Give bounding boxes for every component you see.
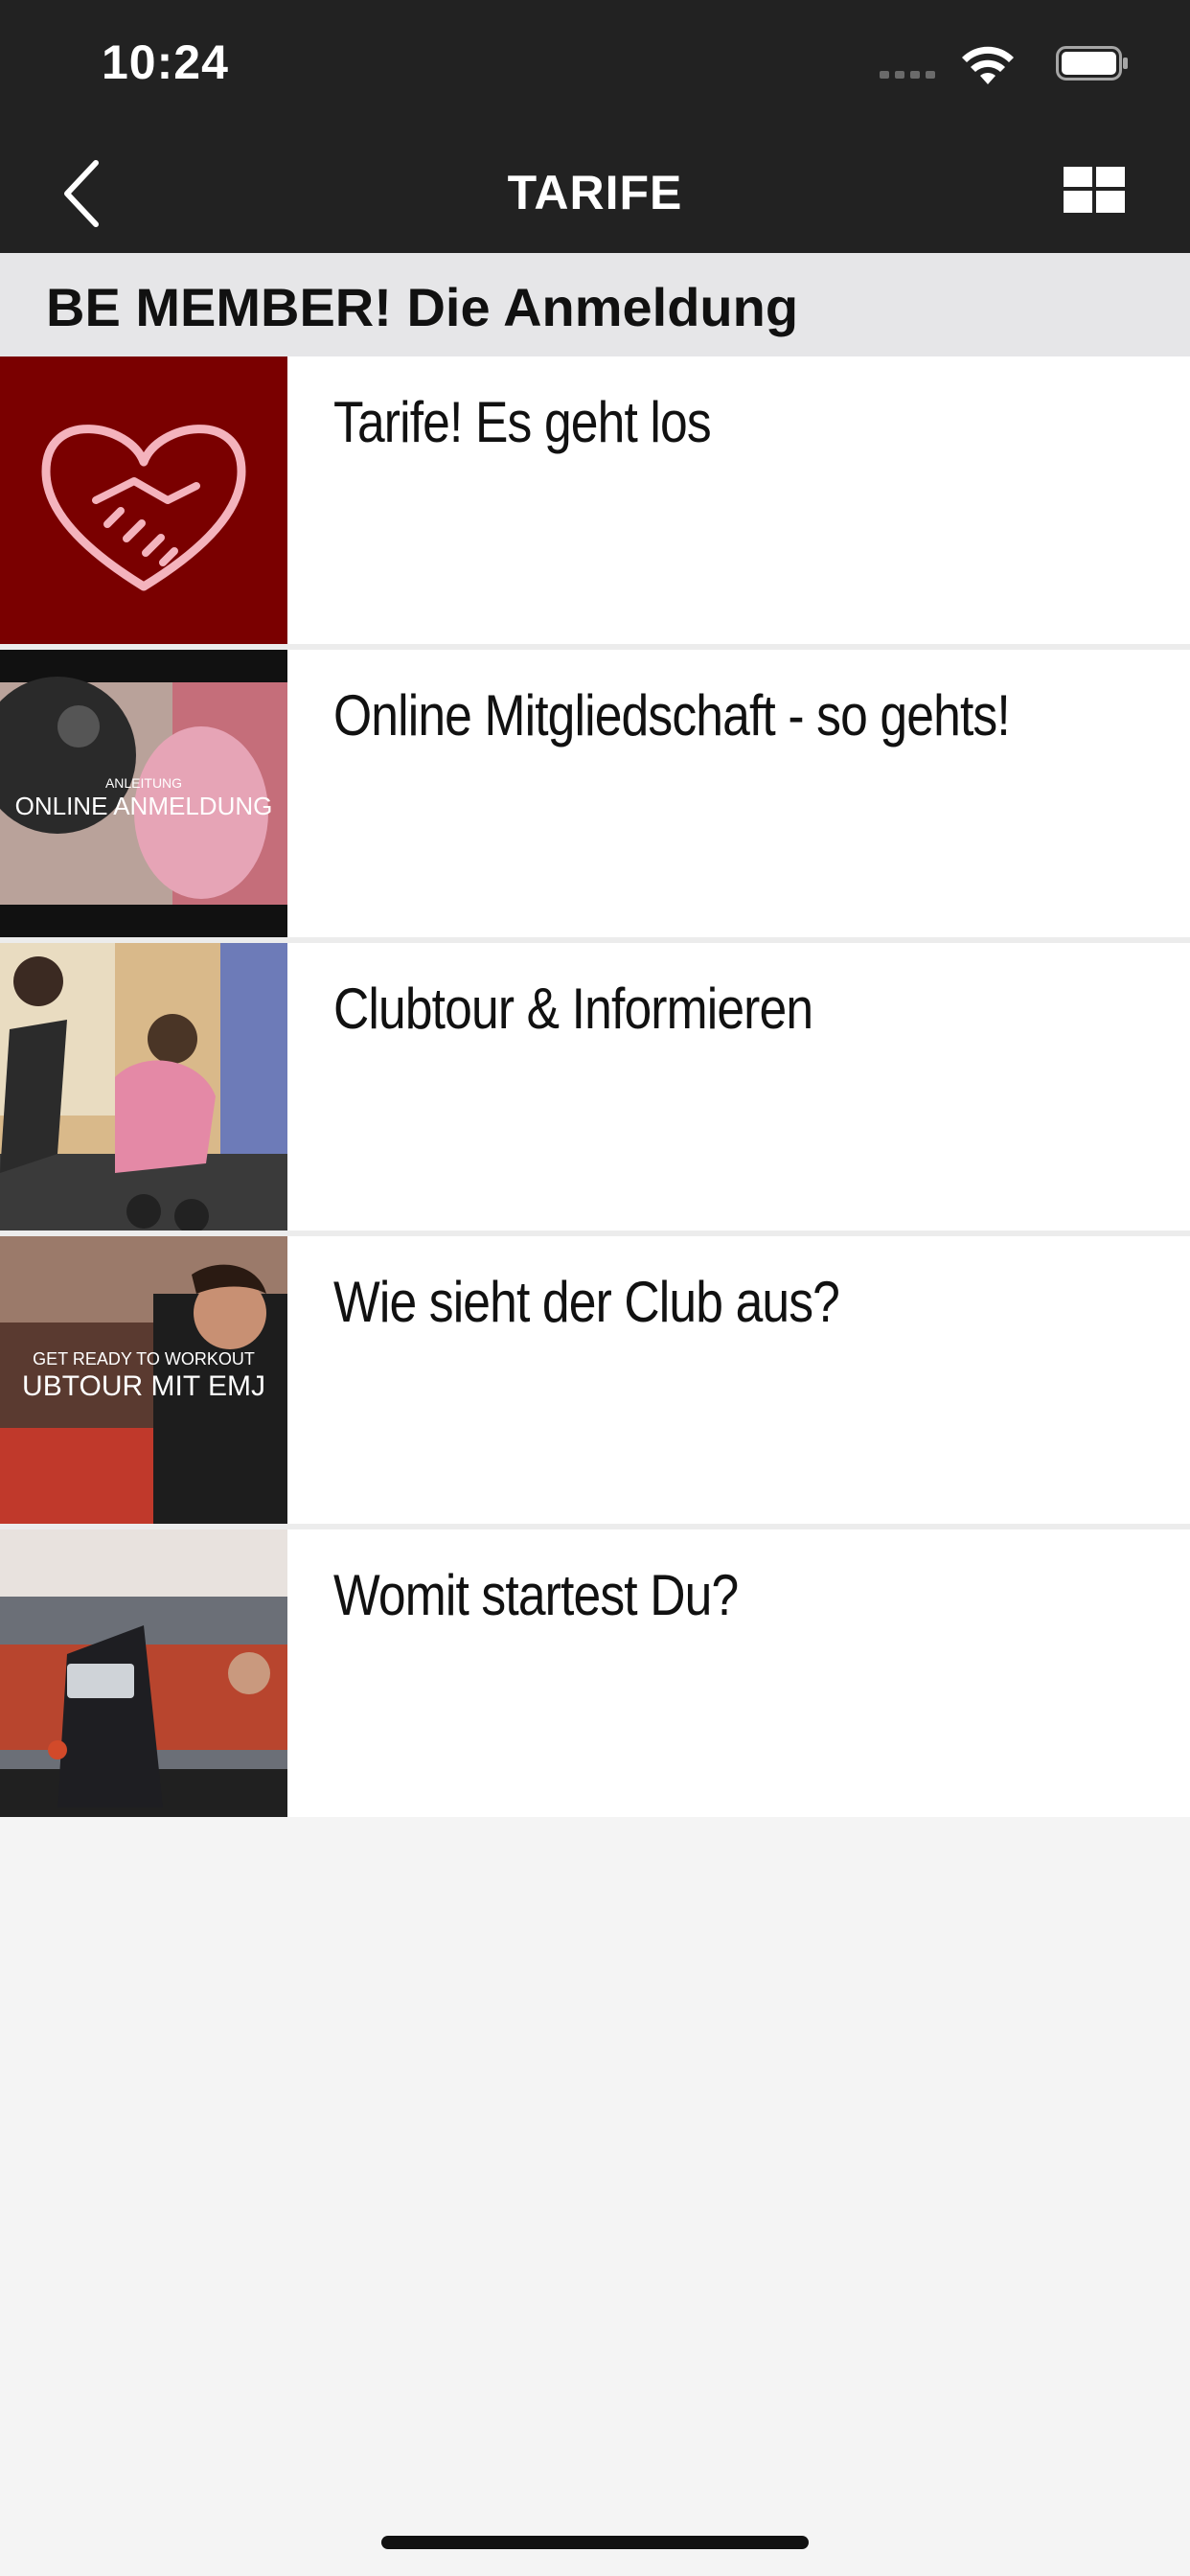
home-indicator[interactable]: [381, 2536, 809, 2549]
list-item[interactable]: Womit startest Du?: [0, 1530, 1190, 1817]
list-item[interactable]: GET READY TO WORKOUT UBTOUR MIT EMJ Wie …: [0, 1236, 1190, 1530]
cellular-signal-icon: [880, 71, 937, 80]
section-title: BE MEMBER! Die Anmeldung: [46, 277, 799, 337]
list-item-title: Wie sieht der Club aus?: [333, 1270, 840, 1334]
list-item-title: Online Mitgliedschaft - so gehts!: [333, 683, 1011, 748]
photo-thumbnail: [0, 1530, 287, 1817]
status-time: 10:24: [102, 35, 229, 89]
list-item[interactable]: ANLEITUNG ONLINE ANMELDUNG Online Mitgli…: [0, 650, 1190, 943]
wifi-icon: [962, 46, 1014, 84]
list-item[interactable]: Tarife! Es geht los: [0, 356, 1190, 650]
status-bar: 10:24: [0, 0, 1190, 134]
video-thumbnail: GET READY TO WORKOUT UBTOUR MIT EMJ: [0, 1236, 287, 1524]
thumbnail-overlay-big: UBTOUR MIT EMJ: [22, 1370, 265, 1402]
thumbnail-overlay-big: ONLINE ANMELDUNG: [15, 792, 273, 820]
list-item-title: Clubtour & Informieren: [333, 977, 813, 1041]
navigation-bar: TARIFE: [0, 134, 1190, 253]
page-title: TARIFE: [507, 166, 683, 219]
list-item[interactable]: Clubtour & Informieren: [0, 943, 1190, 1236]
list-item-title: Tarife! Es geht los: [333, 390, 712, 454]
thumbnail-overlay-small: ANLEITUNG: [105, 775, 182, 791]
grid-view-icon[interactable]: [1064, 167, 1125, 213]
thumbnail-overlay-small: GET READY TO WORKOUT: [33, 1349, 255, 1368]
video-thumbnail: ANLEITUNG ONLINE ANMELDUNG: [0, 650, 287, 937]
content-list: Tarife! Es geht los ANLEITUNG ONLINE ANM…: [0, 356, 1190, 1817]
list-item-title: Womit startest Du?: [333, 1563, 739, 1627]
battery-icon: [1056, 46, 1128, 80]
photo-thumbnail: [0, 943, 287, 1230]
section-header: BE MEMBER! Die Anmeldung: [0, 253, 1190, 356]
heart-handshake-icon: [0, 356, 287, 644]
